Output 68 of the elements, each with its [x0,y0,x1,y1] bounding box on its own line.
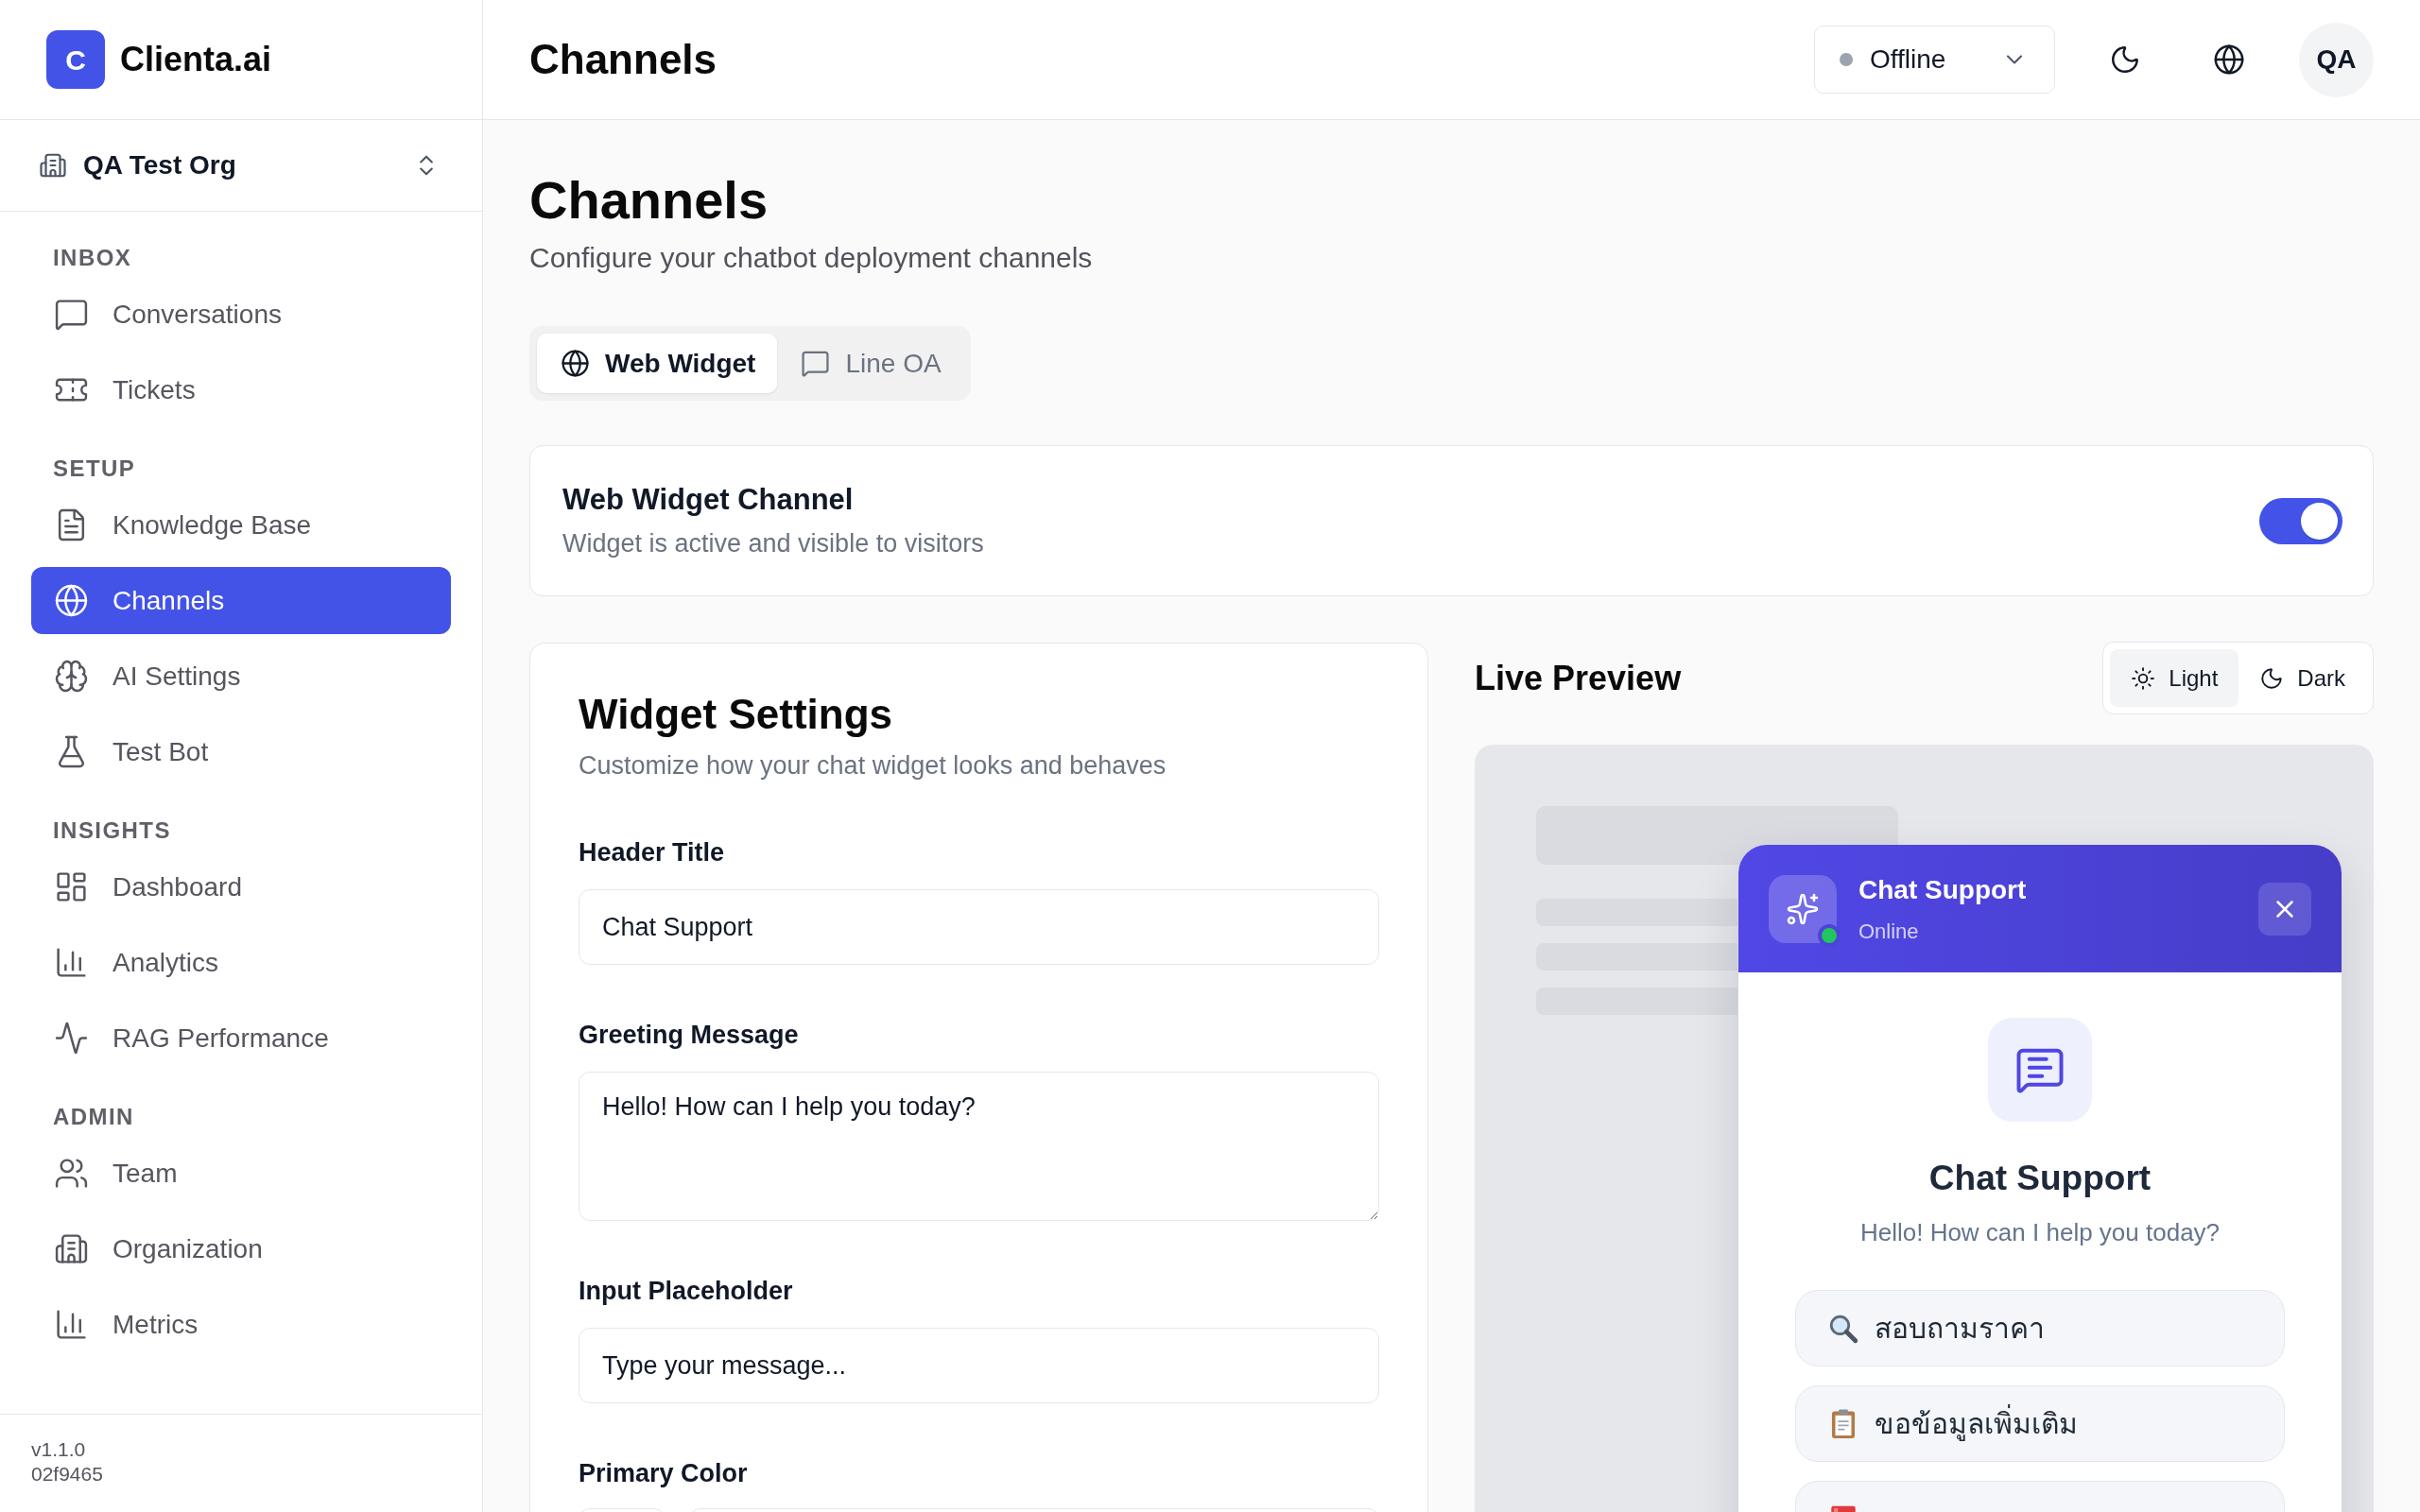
section-heading: SETUP [52,455,137,483]
brand-name: Clienta.ai [120,39,272,80]
close-button[interactable] [2258,882,2311,936]
chat-bubble-icon [801,349,831,378]
version-text: v1.1.0 [31,1437,87,1462]
section-heading: INSIGHTS [52,816,172,845]
brain-icon [54,659,89,694]
globe-icon [2213,43,2245,76]
quick-reply-button[interactable]: สอบถามราคา [1795,1290,2285,1366]
nav-item[interactable]: Dashboard [31,853,451,920]
nav-item[interactable]: Knowledge Base [31,491,451,558]
status-dropdown[interactable]: Offline [1814,26,2055,94]
building-icon [54,1231,89,1266]
page-subtitle: Configure your chatbot deployment channels [529,241,1094,275]
app-logo: C [46,30,105,89]
section-subtitle: Customize how your chat widget looks and behaves [579,750,1167,782]
globe-icon [54,583,89,618]
chat-icon [1988,1018,2092,1122]
widget-title: Chat Support [1858,873,2027,906]
org-switcher[interactable]: QA Test Org [0,120,482,212]
nav-item[interactable]: Channels [31,567,451,634]
toggle-switch[interactable] [2259,497,2342,544]
pulse-line-icon [54,1021,89,1056]
sun-icon [2131,665,2156,691]
section-title: Widget Settings [579,690,894,739]
section-heading: ADMIN [52,1103,135,1131]
building-icon [39,151,67,180]
text-input[interactable]: Chat Support [579,889,1379,965]
welcome-message: Hello! How can I help you today? [1859,1217,2221,1248]
card-description: Widget is active and visible to visitors [562,528,984,559]
tab[interactable]: Line OA [777,334,963,393]
theme-option[interactable]: Light [2110,649,2239,707]
nav-item[interactable]: Conversations [31,281,451,348]
nav-item[interactable]: Organization [31,1215,451,1282]
field-label: Input Placeholder [579,1276,794,1307]
welcome-title: Chat Support [1928,1158,2152,1199]
theme-option[interactable]: Dark [2238,649,2366,707]
field-label: Greeting Message [579,1020,800,1051]
user-avatar[interactable]: QA [2299,22,2374,97]
people-icon [54,1156,89,1191]
moon-icon [2109,43,2141,76]
bar-chart-icon [54,945,89,980]
text-area[interactable]: Hello! How can I help you today? [579,1072,1379,1221]
page-title: Channels [529,169,769,232]
preview-title: Live Preview [1475,657,1682,699]
globe-icon [561,349,590,378]
tab[interactable]: Web Widget [537,334,778,393]
header-title: Channels [529,35,717,84]
nav-item[interactable]: RAG Performance [31,1005,451,1072]
chat-bubble-icon [54,297,89,332]
nav-item[interactable]: Team [31,1140,451,1207]
text-input[interactable]: Type your message... [579,1328,1379,1403]
build-hash: 02f9465 [31,1462,104,1486]
nav-item[interactable]: Tickets [31,356,451,423]
nav-item[interactable]: Metrics [31,1291,451,1358]
section-heading: INBOX [52,244,133,272]
widget-status: Online [1858,918,1920,945]
moon-icon [2259,665,2285,691]
field-label: Primary Color [579,1458,749,1489]
bar-chart-icon [54,1307,89,1342]
card-title: Web Widget Channel [562,482,855,518]
sparkle-icon [1769,874,1837,943]
quick-reply-button[interactable]: ขอข้อมูลเพิ่มเติม [1795,1385,2285,1462]
nav-item[interactable]: Analytics [31,929,451,996]
nav-item[interactable]: Test Bot [31,718,451,785]
field-label: Header Title [579,837,726,868]
grid-icon [54,869,89,904]
nav-item[interactable]: AI Settings [31,643,451,710]
